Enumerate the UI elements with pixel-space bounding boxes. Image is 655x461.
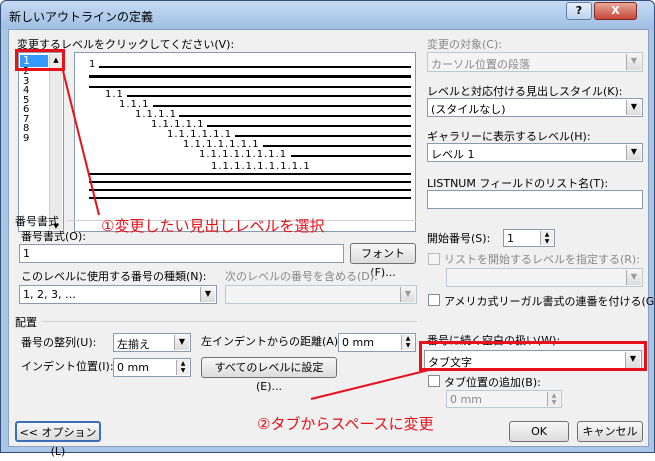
annotation-one: ①変更したい見出しレベルを選択 xyxy=(101,217,325,235)
annotation-arrow-two xyxy=(310,368,434,400)
annotation-arrows xyxy=(62,70,434,400)
annotation-arrow-one xyxy=(62,70,100,216)
annotation-box-follow xyxy=(419,341,647,371)
annotation-two: ②タブからスペースに変更 xyxy=(257,415,434,433)
dialog-window: 新しいアウトラインの定義 ? X 変更するレベルをクリックしてください(V): … xyxy=(0,0,655,458)
